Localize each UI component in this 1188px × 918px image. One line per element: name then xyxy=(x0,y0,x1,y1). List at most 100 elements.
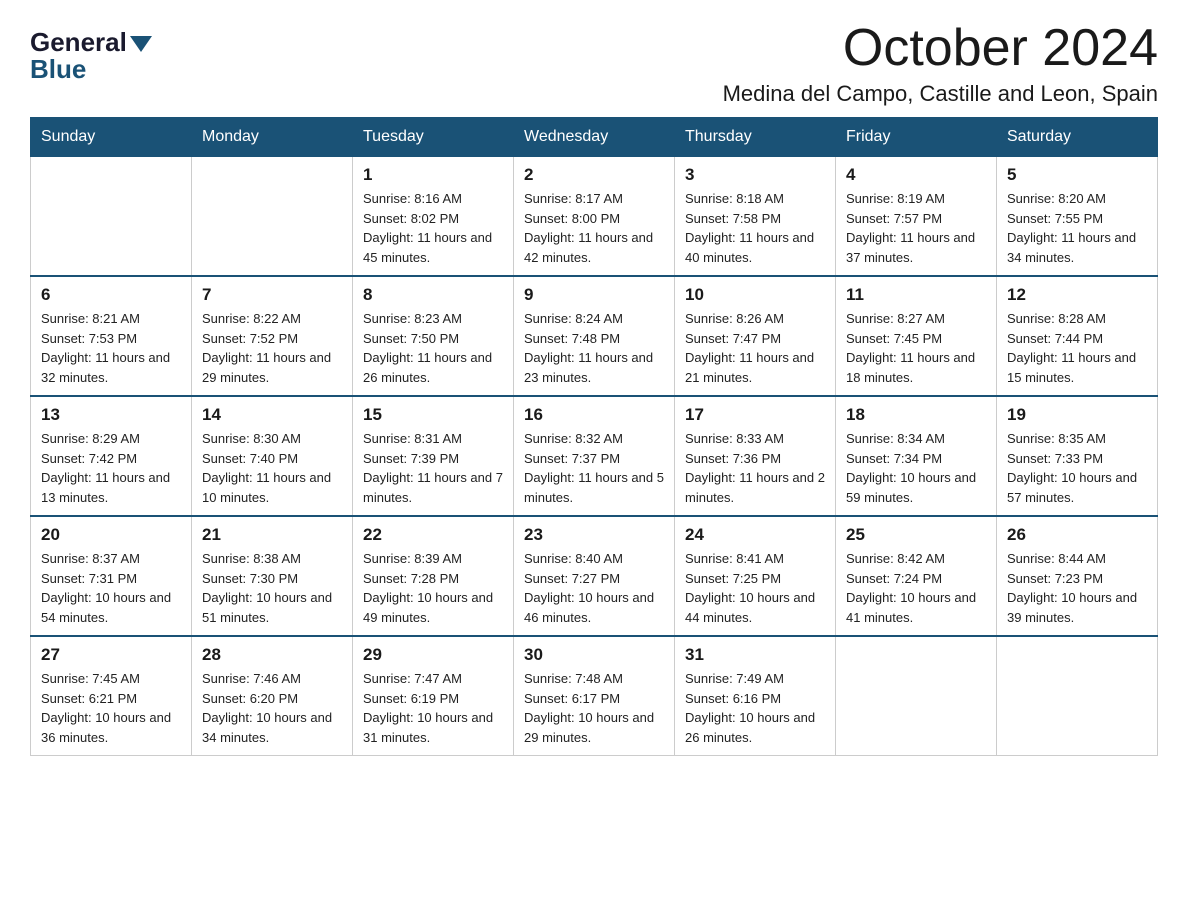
day-cell: 4Sunrise: 8:19 AMSunset: 7:57 PMDaylight… xyxy=(836,157,997,277)
sunrise-text: Sunrise: 8:31 AM xyxy=(363,429,503,449)
day-info: Sunrise: 8:34 AMSunset: 7:34 PMDaylight:… xyxy=(846,429,986,507)
day-cell: 6Sunrise: 8:21 AMSunset: 7:53 PMDaylight… xyxy=(31,276,192,396)
day-cell xyxy=(836,636,997,756)
daylight-text: Daylight: 11 hours and 15 minutes. xyxy=(1007,348,1147,387)
sunset-text: Sunset: 7:47 PM xyxy=(685,329,825,349)
page-header: General Blue October 2024 Medina del Cam… xyxy=(30,20,1158,107)
sunset-text: Sunset: 7:34 PM xyxy=(846,449,986,469)
sunset-text: Sunset: 7:23 PM xyxy=(1007,569,1147,589)
sunrise-text: Sunrise: 8:17 AM xyxy=(524,189,664,209)
daylight-text: Daylight: 11 hours and 45 minutes. xyxy=(363,228,503,267)
sunrise-text: Sunrise: 8:26 AM xyxy=(685,309,825,329)
day-number: 7 xyxy=(202,285,342,305)
day-info: Sunrise: 8:24 AMSunset: 7:48 PMDaylight:… xyxy=(524,309,664,387)
daylight-text: Daylight: 11 hours and 13 minutes. xyxy=(41,468,181,507)
day-cell: 15Sunrise: 8:31 AMSunset: 7:39 PMDayligh… xyxy=(353,396,514,516)
day-cell xyxy=(997,636,1158,756)
sunrise-text: Sunrise: 8:23 AM xyxy=(363,309,503,329)
day-cell: 7 Sunrise: 8:22 AMSunset: 7:52 PMDaylight… xyxy=(192,276,353,396)
day-info: Sunrise: 8:42 AMSunset: 7:24 PMDaylight:… xyxy=(846,549,986,627)
sunset-text: Sunset: 8:02 PM xyxy=(363,209,503,229)
day-cell: 29Sunrise: 7:47 AMSunset: 6:19 PMDayligh… xyxy=(353,636,514,756)
sunset-text: Sunset: 7:53 PM xyxy=(41,329,181,349)
daylight-text: Daylight: 11 hours and 7 minutes. xyxy=(363,468,503,507)
day-info: Sunrise: 8:23 AMSunset: 7:50 PMDaylight:… xyxy=(363,309,503,387)
header-monday: Monday xyxy=(192,118,353,157)
header-sunday: Sunday xyxy=(31,118,192,157)
day-cell: 22Sunrise: 8:39 AMSunset: 7:28 PMDayligh… xyxy=(353,516,514,636)
day-info: Sunrise: 8:40 AMSunset: 7:27 PMDaylight:… xyxy=(524,549,664,627)
day-info: Sunrise: 8:39 AMSunset: 7:28 PMDaylight:… xyxy=(363,549,503,627)
day-number: 16 xyxy=(524,405,664,425)
day-info: Sunrise: 8:41 AMSunset: 7:25 PMDaylight:… xyxy=(685,549,825,627)
day-info: Sunrise: 8:35 AMSunset: 7:33 PMDaylight:… xyxy=(1007,429,1147,507)
calendar-table: Sunday Monday Tuesday Wednesday Thursday… xyxy=(30,117,1158,756)
sunset-text: Sunset: 7:40 PM xyxy=(202,449,342,469)
sunrise-text: Sunrise: 8:32 AM xyxy=(524,429,664,449)
day-number: 5 xyxy=(1007,165,1147,185)
sunset-text: Sunset: 6:19 PM xyxy=(363,689,503,709)
day-cell: 12Sunrise: 8:28 AMSunset: 7:44 PMDayligh… xyxy=(997,276,1158,396)
day-info: Sunrise: 8:33 AMSunset: 7:36 PMDaylight:… xyxy=(685,429,825,507)
day-number: 23 xyxy=(524,525,664,545)
day-info: Sunrise: 8:32 AMSunset: 7:37 PMDaylight:… xyxy=(524,429,664,507)
sunrise-text: Sunrise: 8:19 AM xyxy=(846,189,986,209)
sunset-text: Sunset: 7:24 PM xyxy=(846,569,986,589)
sunset-text: Sunset: 7:31 PM xyxy=(41,569,181,589)
day-cell: 16 Sunrise: 8:32 AMSunset: 7:37 PMDayligh… xyxy=(514,396,675,516)
day-number: 26 xyxy=(1007,525,1147,545)
sunrise-text: Sunrise: 8:38 AM xyxy=(202,549,342,569)
daylight-text: Daylight: 10 hours and 41 minutes. xyxy=(846,588,986,627)
sunset-text: Sunset: 8:00 PM xyxy=(524,209,664,229)
week-row-5: 27 Sunrise: 7:45 AMSunset: 6:21 PMDayligh… xyxy=(31,636,1158,756)
sunset-text: Sunset: 7:55 PM xyxy=(1007,209,1147,229)
daylight-text: Daylight: 10 hours and 54 minutes. xyxy=(41,588,181,627)
sunset-text: Sunset: 7:37 PM xyxy=(524,449,664,469)
sunset-text: Sunset: 7:45 PM xyxy=(846,329,986,349)
sunset-text: Sunset: 7:27 PM xyxy=(524,569,664,589)
sunrise-text: Sunrise: 7:49 AM xyxy=(685,669,825,689)
day-cell xyxy=(31,157,192,277)
day-info: Sunrise: 8:20 AMSunset: 7:55 PMDaylight:… xyxy=(1007,189,1147,267)
day-number: 20 xyxy=(41,525,181,545)
day-number: 4 xyxy=(846,165,986,185)
daylight-text: Daylight: 10 hours and 39 minutes. xyxy=(1007,588,1147,627)
day-cell: 24Sunrise: 8:41 AMSunset: 7:25 PMDayligh… xyxy=(675,516,836,636)
day-cell: 10Sunrise: 8:26 AMSunset: 7:47 PMDayligh… xyxy=(675,276,836,396)
day-number: 29 xyxy=(363,645,503,665)
sunrise-text: Sunrise: 8:29 AM xyxy=(41,429,181,449)
day-number: 18 xyxy=(846,405,986,425)
sunrise-text: Sunrise: 8:27 AM xyxy=(846,309,986,329)
sunset-text: Sunset: 7:42 PM xyxy=(41,449,181,469)
day-cell: 19 Sunrise: 8:35 AMSunset: 7:33 PMDayligh… xyxy=(997,396,1158,516)
sunset-text: Sunset: 7:25 PM xyxy=(685,569,825,589)
day-info: Sunrise: 7:45 AMSunset: 6:21 PMDaylight:… xyxy=(41,669,181,747)
sunrise-text: Sunrise: 7:47 AM xyxy=(363,669,503,689)
sunset-text: Sunset: 7:44 PM xyxy=(1007,329,1147,349)
header-row: Sunday Monday Tuesday Wednesday Thursday… xyxy=(31,118,1158,157)
sunset-text: Sunset: 7:52 PM xyxy=(202,329,342,349)
day-number: 21 xyxy=(202,525,342,545)
day-number: 19 xyxy=(1007,405,1147,425)
day-number: 3 xyxy=(685,165,825,185)
sunrise-text: Sunrise: 8:22 AM xyxy=(202,309,342,329)
sunrise-text: Sunrise: 8:41 AM xyxy=(685,549,825,569)
sunrise-text: Sunrise: 8:39 AM xyxy=(363,549,503,569)
daylight-text: Daylight: 10 hours and 36 minutes. xyxy=(41,708,181,747)
day-cell: 14Sunrise: 8:30 AMSunset: 7:40 PMDayligh… xyxy=(192,396,353,516)
day-cell: 3Sunrise: 8:18 AMSunset: 7:58 PMDaylight… xyxy=(675,157,836,277)
day-cell: 21Sunrise: 8:38 AMSunset: 7:30 PMDayligh… xyxy=(192,516,353,636)
day-number: 27 xyxy=(41,645,181,665)
sunrise-text: Sunrise: 8:24 AM xyxy=(524,309,664,329)
day-cell: 17Sunrise: 8:33 AMSunset: 7:36 PMDayligh… xyxy=(675,396,836,516)
sunset-text: Sunset: 7:58 PM xyxy=(685,209,825,229)
daylight-text: Daylight: 11 hours and 21 minutes. xyxy=(685,348,825,387)
logo-general-text: General xyxy=(30,29,127,55)
daylight-text: Daylight: 10 hours and 44 minutes. xyxy=(685,588,825,627)
day-info: Sunrise: 8:17 AMSunset: 8:00 PMDaylight:… xyxy=(524,189,664,267)
day-number: 25 xyxy=(846,525,986,545)
day-info: Sunrise: 8:28 AMSunset: 7:44 PMDaylight:… xyxy=(1007,309,1147,387)
day-number: 14 xyxy=(202,405,342,425)
day-info: Sunrise: 8:21 AMSunset: 7:53 PMDaylight:… xyxy=(41,309,181,387)
daylight-text: Daylight: 11 hours and 29 minutes. xyxy=(202,348,342,387)
